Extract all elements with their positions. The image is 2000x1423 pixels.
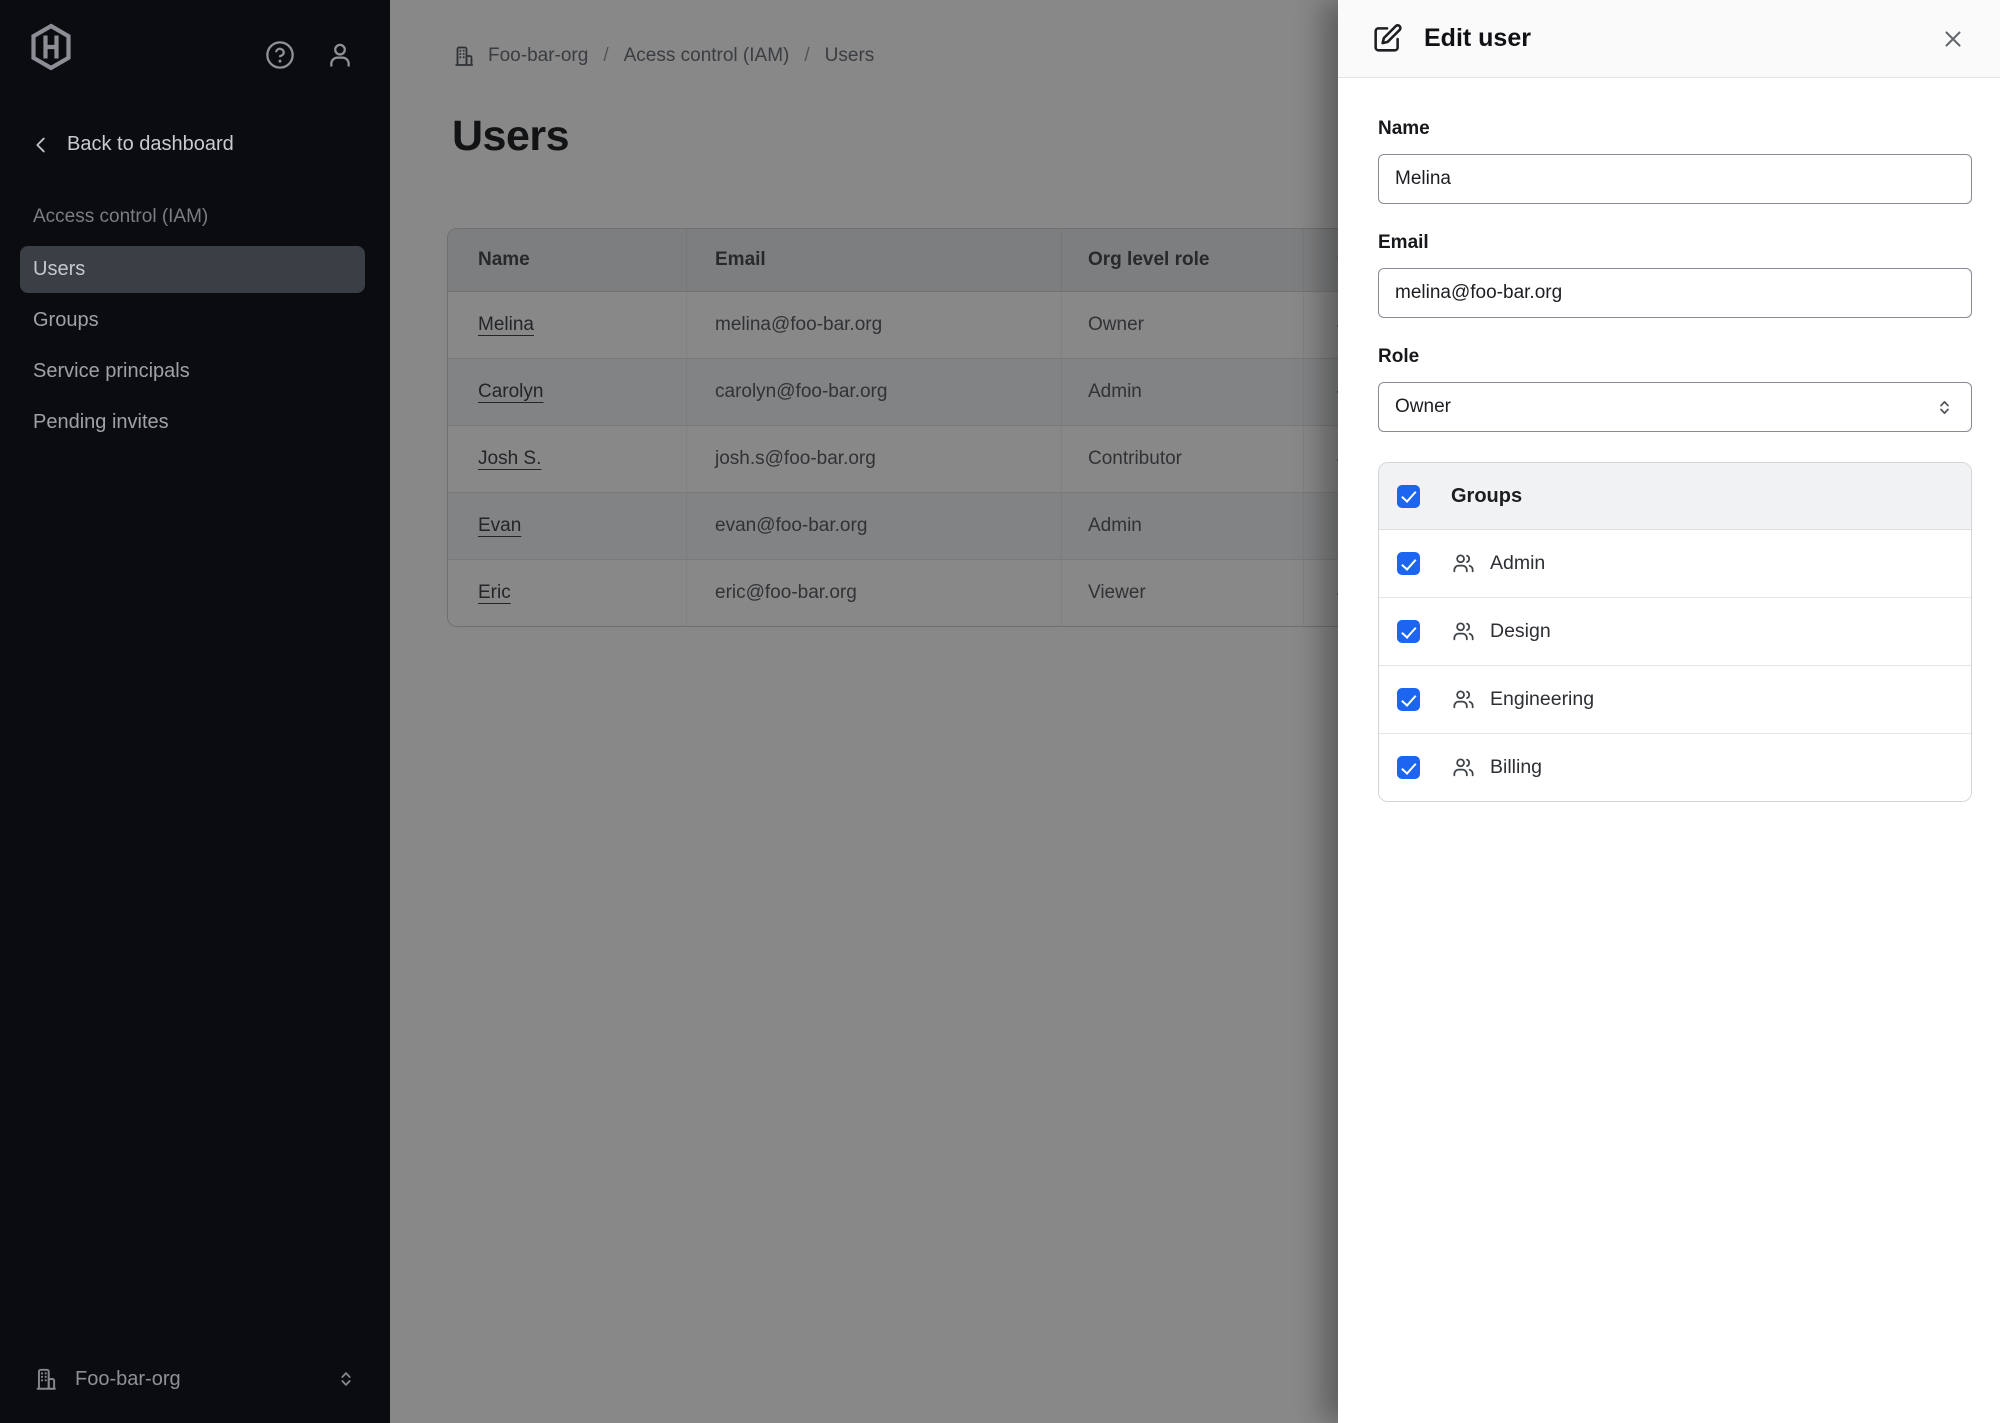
group-users-icon [1451,687,1476,712]
groups-select-all-checkbox[interactable] [1397,485,1420,508]
drawer-title: Edit user [1424,24,1531,53]
chevron-left-icon [30,134,52,156]
groups-panel-title: Groups [1451,485,1522,508]
sidebar-top-icons [264,39,356,71]
sidebar-item-service-principals[interactable]: Service principals [20,348,365,395]
chevrons-up-down-icon [1934,397,1955,418]
group-label: Design [1490,620,1551,643]
sidebar: Back to dashboard Access control (IAM) U… [0,0,390,1423]
group-users-icon [1451,551,1476,576]
back-to-dashboard-link[interactable]: Back to dashboard [30,133,234,156]
groups-panel: Groups Admin Design Engineering Billing [1378,462,1972,802]
sidebar-nav: UsersGroupsService principalsPending inv… [20,246,365,446]
org-building-icon [33,1366,59,1392]
drawer-header: Edit user [1338,0,2000,78]
drawer-body: Name Email Role Owner Groups AdminDesi [1338,78,2000,802]
role-field-label: Role [1378,346,1972,368]
sidebar-item-pending-invites[interactable]: Pending invites [20,399,365,446]
edit-icon [1370,22,1404,56]
group-label: Billing [1490,756,1542,779]
account-icon[interactable] [324,39,356,71]
chevrons-up-down-icon [335,1368,357,1390]
name-field-group: Name [1378,118,1972,204]
sidebar-item-groups[interactable]: Groups [20,297,365,344]
org-switcher[interactable]: Foo-bar-org [20,1357,370,1401]
group-label: Engineering [1490,688,1594,711]
group-row-design: Design [1379,598,1971,666]
close-icon [1940,26,1966,52]
group-checkbox[interactable] [1397,756,1420,779]
email-field-group: Email [1378,232,1972,318]
app-window: Back to dashboard Access control (IAM) U… [0,0,2000,1423]
email-input[interactable] [1378,268,1972,318]
name-input[interactable] [1378,154,1972,204]
sidebar-section-label: Access control (IAM) [33,206,208,228]
role-select-value: Owner [1395,396,1451,418]
group-users-icon [1451,619,1476,644]
group-checkbox[interactable] [1397,620,1420,643]
group-row-engineering: Engineering [1379,666,1971,734]
group-label: Admin [1490,552,1545,575]
back-to-dashboard-label: Back to dashboard [67,133,234,156]
groups-list: Admin Design Engineering Billing [1379,530,1971,801]
role-field-group: Role Owner [1378,346,1972,432]
sidebar-item-users[interactable]: Users [20,246,365,293]
group-checkbox[interactable] [1397,688,1420,711]
groups-panel-header: Groups [1379,463,1971,530]
edit-user-drawer: Edit user Name Email Role Owner [1338,0,2000,1423]
group-row-admin: Admin [1379,530,1971,598]
group-checkbox[interactable] [1397,552,1420,575]
hashicorp-logo-icon [27,23,75,71]
close-drawer-button[interactable] [1940,26,1966,52]
name-field-label: Name [1378,118,1972,140]
group-users-icon [1451,755,1476,780]
org-switcher-label: Foo-bar-org [75,1368,181,1391]
role-select[interactable]: Owner [1378,382,1972,432]
help-icon[interactable] [264,39,296,71]
email-field-label: Email [1378,232,1972,254]
group-row-billing: Billing [1379,734,1971,801]
modal-overlay [390,0,1338,1423]
